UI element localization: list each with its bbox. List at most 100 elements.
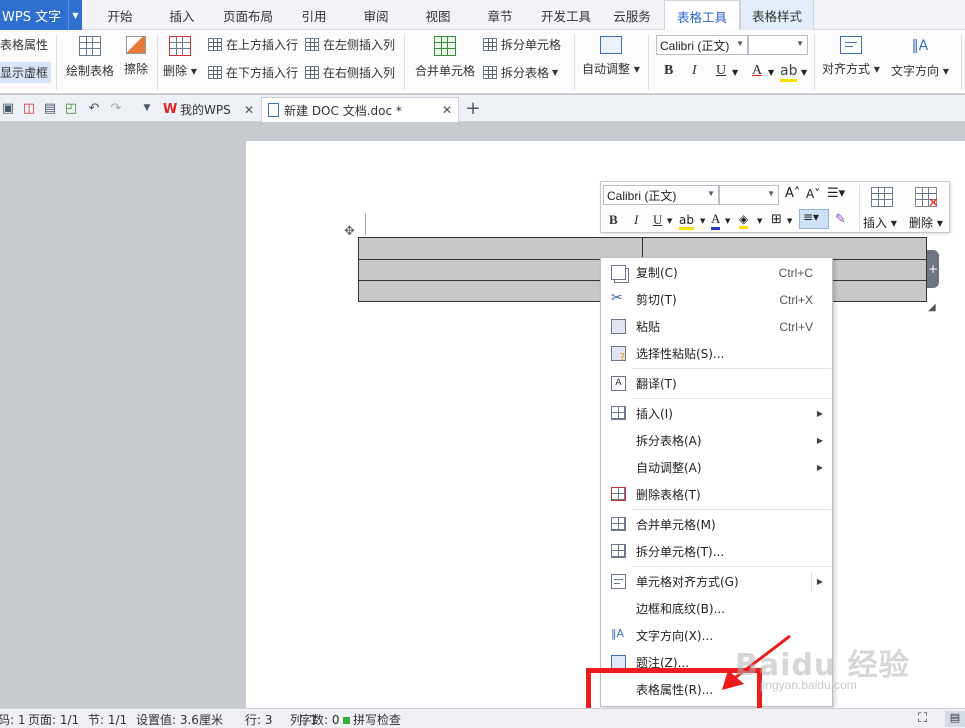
insert-row-above-button[interactable]: 在上方插入行 [208, 36, 298, 53]
chevron-down-icon: ▼ [801, 68, 808, 77]
tab-insert[interactable]: 插入 [158, 0, 206, 30]
status-section: 节: 1/1 [88, 713, 128, 727]
menu-item-borders-shading[interactable]: 边框和底纹(B)... [602, 595, 831, 622]
menu-item-label: 合并单元格(M) [636, 518, 716, 532]
menu-item-paste-special[interactable]: ? 选择性粘贴(S)... [602, 340, 831, 367]
menu-separator [631, 509, 831, 510]
mini-font-size-select[interactable]: ▼ [719, 185, 779, 205]
show-gridlines-button[interactable]: 显示虚框 [0, 62, 52, 83]
autofit-text: 自动调整 [582, 62, 631, 76]
menu-item-translate[interactable]: A 翻译(T) [602, 370, 831, 397]
mini-shading-icon[interactable]: ◈ [739, 212, 749, 229]
tab-view[interactable]: 视图 [416, 0, 460, 30]
chevron-down-icon[interactable]: ▼ [140, 101, 154, 115]
table-properties-button[interactable]: 表格属性 [0, 36, 48, 53]
menu-item-split-table[interactable]: 拆分表格(A) ▶ [602, 427, 831, 454]
split-table-button[interactable]: 拆分表格 ▼ [483, 64, 558, 81]
insert-row-below-label: 在下方插入行 [226, 66, 299, 80]
menu-item-cell-alignment[interactable]: 单元格对齐方式(G) ▶ [602, 568, 831, 595]
tab-table-tools[interactable]: 表格工具 [664, 0, 740, 31]
split-cells-button[interactable]: 拆分单元格 [483, 36, 561, 53]
close-icon[interactable]: ✕ [244, 103, 254, 117]
export-pdf-icon[interactable]: ◫ [22, 101, 36, 116]
mini-delete-button[interactable]: ✕ 删除 ▾ [907, 184, 949, 232]
menu-item-copy[interactable]: 复制(C) Ctrl+C [602, 259, 831, 286]
bold-button[interactable]: B [664, 63, 673, 79]
add-column-icon[interactable]: + [927, 250, 939, 288]
tab-references[interactable]: 引用 [292, 0, 336, 30]
merge-cells-button[interactable]: 合并单元格 [415, 36, 475, 79]
tab-developer[interactable]: 开发工具 [534, 0, 598, 30]
shrink-font-icon[interactable]: A˅ [806, 187, 820, 201]
alignment-button[interactable]: 对齐方式 ▾ [822, 36, 880, 77]
mini-align-icon[interactable]: ≡▾ [799, 209, 829, 229]
menu-item-merge-cells[interactable]: 合并单元格(M) [602, 511, 831, 538]
menu-item-paste[interactable]: 粘贴 Ctrl+V [602, 313, 831, 340]
app-menu-button[interactable]: WPS 文字 ▼ [0, 0, 82, 30]
font-name-select[interactable]: Calibri (正文) ▼ [656, 35, 748, 55]
menu-item-split-cells[interactable]: 拆分单元格(T)... [602, 538, 831, 565]
print-icon[interactable]: ▤ [43, 101, 57, 116]
chevron-down-icon: ▼ [796, 39, 804, 48]
mini-font-name-value: Calibri (正文) [607, 188, 677, 203]
mini-delete-text: 删除 [909, 216, 934, 230]
erase-button[interactable]: 擦除 [124, 36, 148, 77]
tab-home[interactable]: 开始 [96, 0, 144, 30]
divider [859, 185, 860, 231]
menu-item-autofit[interactable]: 自动调整(A) ▶ [602, 454, 831, 481]
spell-check-toggle[interactable]: 拼写检查 [343, 711, 401, 728]
status-row: 行: 3 [245, 713, 273, 727]
underline-button[interactable]: U [716, 63, 726, 79]
paste-special-icon: ? [611, 346, 626, 363]
close-icon[interactable]: ✕ [442, 103, 452, 117]
tab-page-layout[interactable]: 页面布局 [218, 0, 278, 30]
tab-cloud[interactable]: 云服务 [606, 0, 658, 30]
delete-button[interactable]: 删除 ▾ [163, 36, 197, 79]
menu-item-cut[interactable]: ✂ 剪切(T) Ctrl+X [602, 286, 831, 313]
menu-item-delete-table[interactable]: 删除表格(T) [602, 481, 831, 508]
insert-col-left-icon [305, 38, 319, 51]
tab-table-style[interactable]: 表格样式 [740, 0, 814, 30]
tab-section[interactable]: 章节 [478, 0, 522, 30]
fullscreen-icon[interactable]: ⛶ [918, 711, 927, 726]
insert-row-below-button[interactable]: 在下方插入行 [208, 64, 298, 81]
doc-tab-new-doc[interactable]: 新建 DOC 文档.doc * ✕ [261, 97, 459, 122]
mini-underline-button[interactable]: U [653, 212, 662, 228]
undo-icon[interactable]: ↶ [87, 101, 101, 116]
italic-button[interactable]: I [692, 63, 697, 79]
insert-col-left-button[interactable]: 在左侧插入列 [305, 36, 395, 53]
page-view-icon[interactable]: ▤ [945, 711, 965, 727]
autofit-button[interactable]: 自动调整 ▾ [582, 36, 640, 77]
highlight-icon[interactable]: ab [780, 63, 798, 82]
font-size-select[interactable]: ▼ [748, 35, 808, 55]
table-resize-handle-icon[interactable]: ◢ [928, 302, 936, 313]
text-direction-button[interactable]: ‖A 文字方向 ▾ [891, 36, 949, 79]
tab-review[interactable]: 审阅 [354, 0, 398, 30]
submenu-arrow-icon: ▶ [816, 577, 823, 586]
mini-border-icon[interactable]: ⊞ [771, 212, 782, 227]
new-tab-icon[interactable]: + [465, 98, 480, 119]
print-preview-icon[interactable]: ◰ [64, 101, 78, 116]
grow-font-icon[interactable]: A˄ [785, 186, 800, 201]
mini-italic-button[interactable]: I [634, 212, 638, 228]
mini-font-name-select[interactable]: Calibri (正文) ▼ [603, 185, 719, 205]
save-icon[interactable]: ▣ [1, 101, 15, 116]
redo-icon[interactable]: ↷ [109, 101, 123, 116]
mini-insert-button[interactable]: 插入 ▾ [863, 184, 903, 232]
mini-highlight-icon[interactable]: ab [679, 213, 694, 230]
submenu-arrow-icon: ▶ [816, 409, 823, 418]
ribbon: 表格属性 显示虚框 绘制表格 擦除 删除 ▾ 在上方插入行 在下方插入行 在左侧… [0, 30, 965, 94]
table-move-handle-icon[interactable]: ✥ [344, 224, 355, 239]
doc-tab-my-wps[interactable]: W 我的WPS ✕ [158, 97, 260, 122]
menu-item-insert[interactable]: 插入(I) ▶ [602, 400, 831, 427]
mini-font-color-icon[interactable]: A [711, 211, 721, 230]
menu-separator [631, 398, 831, 399]
format-painter-icon[interactable]: ✎ [835, 212, 846, 227]
font-color-button[interactable]: A [752, 63, 762, 79]
insert-col-right-button[interactable]: 在右侧插入列 [305, 64, 395, 81]
draw-table-button[interactable]: 绘制表格 [66, 36, 114, 79]
alignment-text: 对齐方式 [822, 62, 871, 76]
mini-bold-button[interactable]: B [609, 212, 618, 228]
merge-cells-label: 合并单元格 [415, 64, 476, 78]
line-spacing-icon[interactable]: ☰▾ [827, 186, 845, 201]
